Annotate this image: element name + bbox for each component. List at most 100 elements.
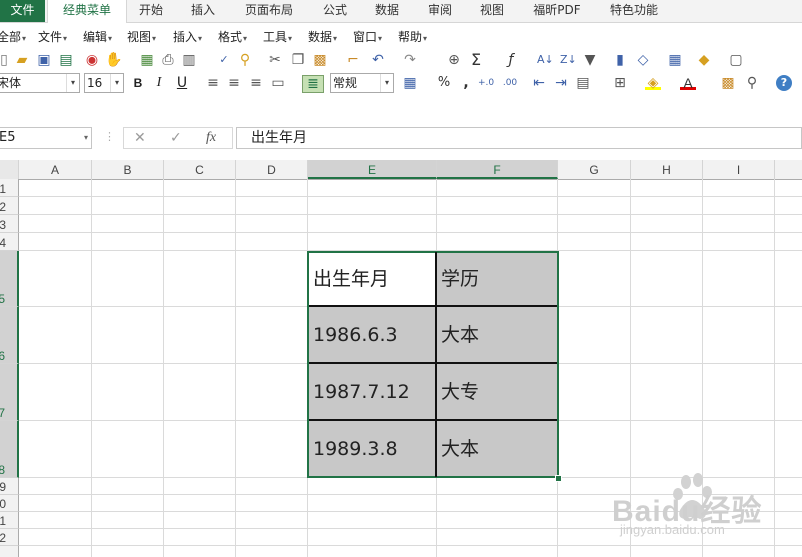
font-color-icon[interactable]: A: [680, 75, 696, 91]
select-all-corner[interactable]: [0, 160, 19, 179]
menu-help[interactable]: 帮助▾: [398, 29, 427, 45]
cell-e6[interactable]: 1986.6.3: [309, 307, 435, 362]
menu-insert[interactable]: 插入▾: [173, 29, 202, 45]
column-header-d[interactable]: D: [236, 160, 308, 179]
percent-button[interactable]: %: [436, 75, 452, 91]
column-header-f[interactable]: F: [437, 160, 558, 179]
name-box[interactable]: E5 ▾: [0, 127, 92, 149]
cell-f6[interactable]: 大本: [437, 307, 557, 362]
paste-icon[interactable]: ▩: [312, 52, 328, 68]
cut-icon[interactable]: ✂: [267, 52, 283, 68]
enter-button[interactable]: ✓: [170, 130, 182, 146]
merge-center-icon[interactable]: ▭: [270, 75, 286, 91]
menu-tools[interactable]: 工具▾: [263, 29, 292, 45]
copy-icon[interactable]: ❐: [290, 52, 306, 68]
row-header-10[interactable]: 10: [0, 495, 19, 512]
menu-data[interactable]: 数据▾: [308, 29, 337, 45]
tab-data[interactable]: 数据: [364, 0, 410, 22]
menu-file[interactable]: 文件▾: [38, 29, 67, 45]
formula-input[interactable]: 出生年月: [236, 127, 802, 149]
align-center-icon[interactable]: ≡: [226, 75, 242, 91]
insert-function-button[interactable]: fx: [206, 130, 216, 146]
tab-insert[interactable]: 插入: [180, 0, 226, 22]
open-folder-icon[interactable]: ▰: [14, 52, 30, 68]
bold-button[interactable]: B: [130, 75, 146, 91]
increase-indent-icon[interactable]: ⇥: [553, 75, 569, 91]
comment-icon[interactable]: ◆: [696, 52, 712, 68]
tab-home[interactable]: 开始: [128, 0, 174, 22]
menu-edit[interactable]: 编辑▾: [83, 29, 112, 45]
chart-icon[interactable]: ▮: [612, 52, 628, 68]
wrap-text-icon[interactable]: ≣: [302, 75, 324, 93]
page-setup-icon[interactable]: ▥: [181, 52, 197, 68]
tab-file[interactable]: 文件: [0, 0, 45, 22]
format-painter-icon[interactable]: ⌐: [345, 52, 361, 68]
more-tools-icon[interactable]: ▢: [728, 52, 744, 68]
row-header-7[interactable]: 7: [0, 364, 19, 421]
save-icon[interactable]: ▣: [36, 52, 52, 68]
cancel-button[interactable]: ✕: [134, 130, 146, 146]
currency-icon[interactable]: ▦: [402, 75, 418, 91]
sort-descending-icon[interactable]: Z↓: [560, 52, 577, 68]
row-header-3[interactable]: 3: [0, 215, 19, 233]
research-icon[interactable]: ⚲: [237, 52, 253, 68]
tab-foxit-pdf[interactable]: 福昕PDF: [527, 0, 587, 22]
number-format-select[interactable]: 常规 ▾: [330, 73, 394, 93]
table-icon[interactable]: ▦: [667, 52, 683, 68]
align-left-icon[interactable]: ≡: [205, 75, 221, 91]
row-header-13[interactable]: [0, 546, 19, 557]
find-icon[interactable]: ⚲: [744, 75, 760, 91]
column-header-g[interactable]: G: [558, 160, 631, 179]
undo-icon[interactable]: ↶: [370, 52, 386, 68]
row-header-9[interactable]: 9: [0, 478, 19, 495]
italic-button[interactable]: I: [151, 75, 167, 91]
tab-view[interactable]: 视图: [469, 0, 515, 22]
cell-e5[interactable]: 出生年月: [309, 253, 435, 305]
borders-icon[interactable]: ⊞: [612, 75, 628, 91]
decrease-indent-icon[interactable]: ⇤: [531, 75, 547, 91]
row-header-5[interactable]: 5: [0, 251, 19, 307]
cell-e8[interactable]: 1989.3.8: [309, 421, 435, 476]
tab-page-layout[interactable]: 页面布局: [238, 0, 300, 22]
sort-ascending-icon[interactable]: A↓: [537, 52, 554, 68]
column-header-h[interactable]: H: [631, 160, 703, 179]
cell-f7[interactable]: 大专: [437, 364, 557, 419]
hyperlink-icon[interactable]: ⊕: [446, 52, 462, 68]
row-header-8[interactable]: 8: [0, 421, 19, 478]
column-header-a[interactable]: A: [19, 160, 92, 179]
row-header-4[interactable]: 4: [0, 233, 19, 251]
increase-decimal-icon[interactable]: +.0: [478, 75, 494, 91]
row-header-1[interactable]: 1: [0, 179, 19, 197]
menu-all[interactable]: 全部▾: [0, 29, 26, 45]
autosum-icon[interactable]: Σ: [468, 52, 484, 68]
new-file-icon[interactable]: ▯: [0, 52, 12, 68]
tab-review[interactable]: 审阅: [417, 0, 463, 22]
export-icon[interactable]: ▤: [58, 52, 74, 68]
font-name-select[interactable]: 宋体 ▾: [0, 73, 80, 93]
print-preview-icon[interactable]: ▦: [139, 52, 155, 68]
menu-window[interactable]: 窗口▾: [353, 29, 382, 45]
fill-handle[interactable]: [555, 475, 562, 482]
cell-f5[interactable]: 学历: [437, 253, 557, 305]
cell-e7[interactable]: 1987.7.12: [309, 364, 435, 419]
menu-view[interactable]: 视图▾: [127, 29, 156, 45]
help-icon[interactable]: ?: [776, 75, 792, 91]
cell-f8[interactable]: 大本: [437, 421, 557, 476]
drag-handle-icon[interactable]: ⋮: [104, 130, 115, 143]
row-header-11[interactable]: 11: [0, 512, 19, 529]
cell-style-icon[interactable]: ▤: [575, 75, 591, 91]
tab-formulas[interactable]: 公式: [312, 0, 358, 22]
shapes-icon[interactable]: ◇: [635, 52, 651, 68]
print-icon[interactable]: ⎙: [160, 52, 176, 68]
align-right-icon[interactable]: ≡: [248, 75, 264, 91]
permission-icon[interactable]: ✋: [105, 52, 122, 68]
menu-format[interactable]: 格式▾: [218, 29, 247, 45]
comma-button[interactable]: ,: [458, 75, 474, 91]
row-header-2[interactable]: 2: [0, 197, 19, 215]
column-header-partial[interactable]: [775, 160, 802, 179]
column-header-i[interactable]: I: [703, 160, 775, 179]
function-icon[interactable]: ƒ: [503, 52, 519, 68]
redo-icon[interactable]: ↷: [402, 52, 418, 68]
column-header-c[interactable]: C: [164, 160, 236, 179]
spelling-icon[interactable]: ✓: [216, 52, 232, 68]
